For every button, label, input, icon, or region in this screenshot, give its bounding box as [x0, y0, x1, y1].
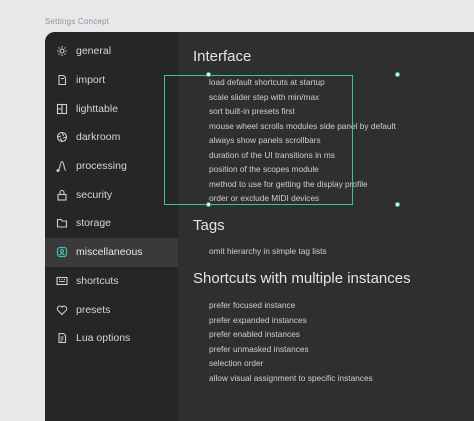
section-title-tags: Tags — [193, 217, 225, 234]
gear-icon — [56, 45, 68, 57]
sidebar-item-label: lighttable — [76, 102, 119, 115]
selection-handle-bottom-right[interactable] — [395, 202, 400, 207]
sidebar-nav: general import lighttable darkroom proce… — [45, 37, 178, 353]
option-item[interactable]: prefer focused instance — [209, 300, 295, 310]
sidebar-item-label: Lua options — [76, 332, 131, 345]
heart-icon — [56, 304, 68, 316]
miscellaneous-icon — [56, 246, 68, 258]
sidebar-item-presets[interactable]: presets — [45, 295, 178, 324]
sidebar-item-general[interactable]: general — [45, 37, 178, 66]
sidebar-item-security[interactable]: security — [45, 180, 178, 209]
sidebar-item-label: import — [76, 74, 106, 87]
option-item[interactable]: allow visual assignment to specific inst… — [209, 373, 373, 383]
option-item[interactable]: prefer enabled instances — [209, 329, 300, 339]
selection-box[interactable] — [164, 75, 353, 205]
sidebar-item-label: storage — [76, 217, 112, 230]
keyboard-icon — [56, 275, 68, 287]
processing-icon — [56, 160, 68, 173]
sidebar-item-label: processing — [76, 160, 127, 173]
lighttable-icon — [56, 103, 68, 115]
sidebar-item-lighttable[interactable]: lighttable — [45, 94, 178, 123]
sidebar-item-storage[interactable]: storage — [45, 209, 178, 238]
lua-icon — [56, 332, 68, 344]
darkroom-icon — [56, 131, 68, 143]
caption: Settings Concept — [45, 17, 110, 26]
selection-handle-top-right[interactable] — [395, 72, 400, 77]
option-item[interactable]: prefer expanded instances — [209, 315, 307, 325]
sidebar-item-label: miscellaneous — [76, 246, 143, 259]
import-icon — [56, 74, 68, 86]
sidebar-item-import[interactable]: import — [45, 66, 178, 95]
sidebar-item-label: presets — [76, 303, 111, 316]
section-title-interface: Interface — [193, 48, 252, 65]
sidebar-item-label: shortcuts — [76, 274, 119, 287]
sidebar-item-label: security — [76, 188, 113, 201]
option-item[interactable]: selection order — [209, 358, 263, 368]
sidebar-item-darkroom[interactable]: darkroom — [45, 123, 178, 152]
sidebar-item-miscellaneous[interactable]: miscellaneous — [45, 237, 178, 267]
folder-icon — [56, 217, 68, 229]
sidebar-item-lua-options[interactable]: Lua options — [45, 324, 178, 353]
section-title-shortcuts-multiple-instances: Shortcuts with multiple instances — [193, 270, 411, 287]
selection-handle-bottom-left[interactable] — [206, 202, 211, 207]
sidebar-item-processing[interactable]: processing — [45, 152, 178, 181]
sidebar-item-shortcuts[interactable]: shortcuts — [45, 267, 178, 296]
lock-icon — [56, 189, 68, 201]
sidebar-item-label: darkroom — [76, 131, 121, 144]
option-item[interactable]: omit hierarchy in simple tag lists — [209, 246, 327, 256]
selection-handle-top-left[interactable] — [206, 72, 211, 77]
sidebar-item-label: general — [76, 45, 112, 58]
sidebar: general import lighttable darkroom proce… — [45, 32, 178, 421]
option-item[interactable]: prefer unmasked instances — [209, 344, 309, 354]
